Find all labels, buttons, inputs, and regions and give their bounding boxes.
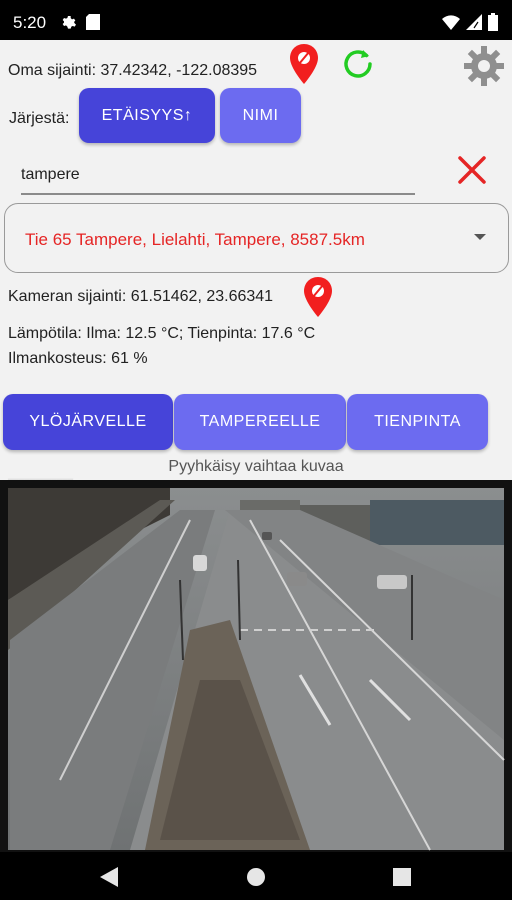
- sd-card-icon: [86, 14, 100, 30]
- camera-location-text: Kameran sijainti: 61.51462, 23.66341: [8, 288, 274, 305]
- app-content: Oma sijainti: 37.42342, -122.08395 Järje…: [0, 40, 512, 480]
- status-time: 5:20: [13, 13, 47, 32]
- direction-ylojarvelle-button[interactable]: YLÖJÄRVELLE: [3, 394, 173, 450]
- humidity-text: Ilmankosteus: 61 %: [8, 350, 148, 367]
- home-icon[interactable]: [246, 867, 266, 887]
- camera-timestamp: ▔▔▔▔▔▔▔▔▔▔▔▔: [8, 480, 74, 490]
- sort-label: Järjestä:: [9, 110, 70, 127]
- sort-distance-button[interactable]: ETÄISYYS↑: [79, 88, 215, 143]
- refresh-icon[interactable]: [340, 46, 376, 82]
- camera-image[interactable]: ▔▔▔▔▔▔▔▔▔▔▔▔: [0, 480, 512, 852]
- settings-gear-icon[interactable]: [462, 44, 506, 88]
- temperature-text: Lämpötila: Ilma: 12.5 °C; Tienpinta: 17.…: [8, 325, 316, 342]
- camera-location-pin-icon[interactable]: [302, 276, 334, 318]
- own-location-text: Oma sijainti: 37.42342, -122.08395: [8, 62, 258, 79]
- swipe-hint: Pyyhkäisy vaihtaa kuvaa: [168, 458, 344, 475]
- sort-name-button[interactable]: NIMI: [220, 88, 301, 143]
- search-input[interactable]: [21, 157, 415, 195]
- own-location-row: Oma sijainti: 37.42342, -122.08395: [8, 56, 508, 86]
- camera-select-value: Tie 65 Tampere, Lielahti, Tampere, 8587.…: [25, 230, 365, 249]
- camera-select-dropdown[interactable]: Tie 65 Tampere, Lielahti, Tampere, 8587.…: [4, 203, 509, 273]
- clear-search-icon[interactable]: [455, 153, 489, 187]
- wifi-icon: [442, 15, 460, 30]
- own-location-pin-icon[interactable]: [288, 43, 320, 85]
- signal-icon: [466, 14, 482, 30]
- direction-tampereelle-button[interactable]: TAMPEREELLE: [174, 394, 346, 450]
- recents-icon[interactable]: [393, 868, 411, 886]
- gear-icon: [62, 16, 76, 29]
- back-icon[interactable]: [100, 867, 118, 887]
- battery-icon: [488, 13, 498, 31]
- road-camera-picture: [0, 480, 512, 852]
- chevron-down-icon: [474, 234, 486, 240]
- navigation-bar: [0, 852, 512, 900]
- direction-tienpinta-button[interactable]: TIENPINTA: [347, 394, 488, 450]
